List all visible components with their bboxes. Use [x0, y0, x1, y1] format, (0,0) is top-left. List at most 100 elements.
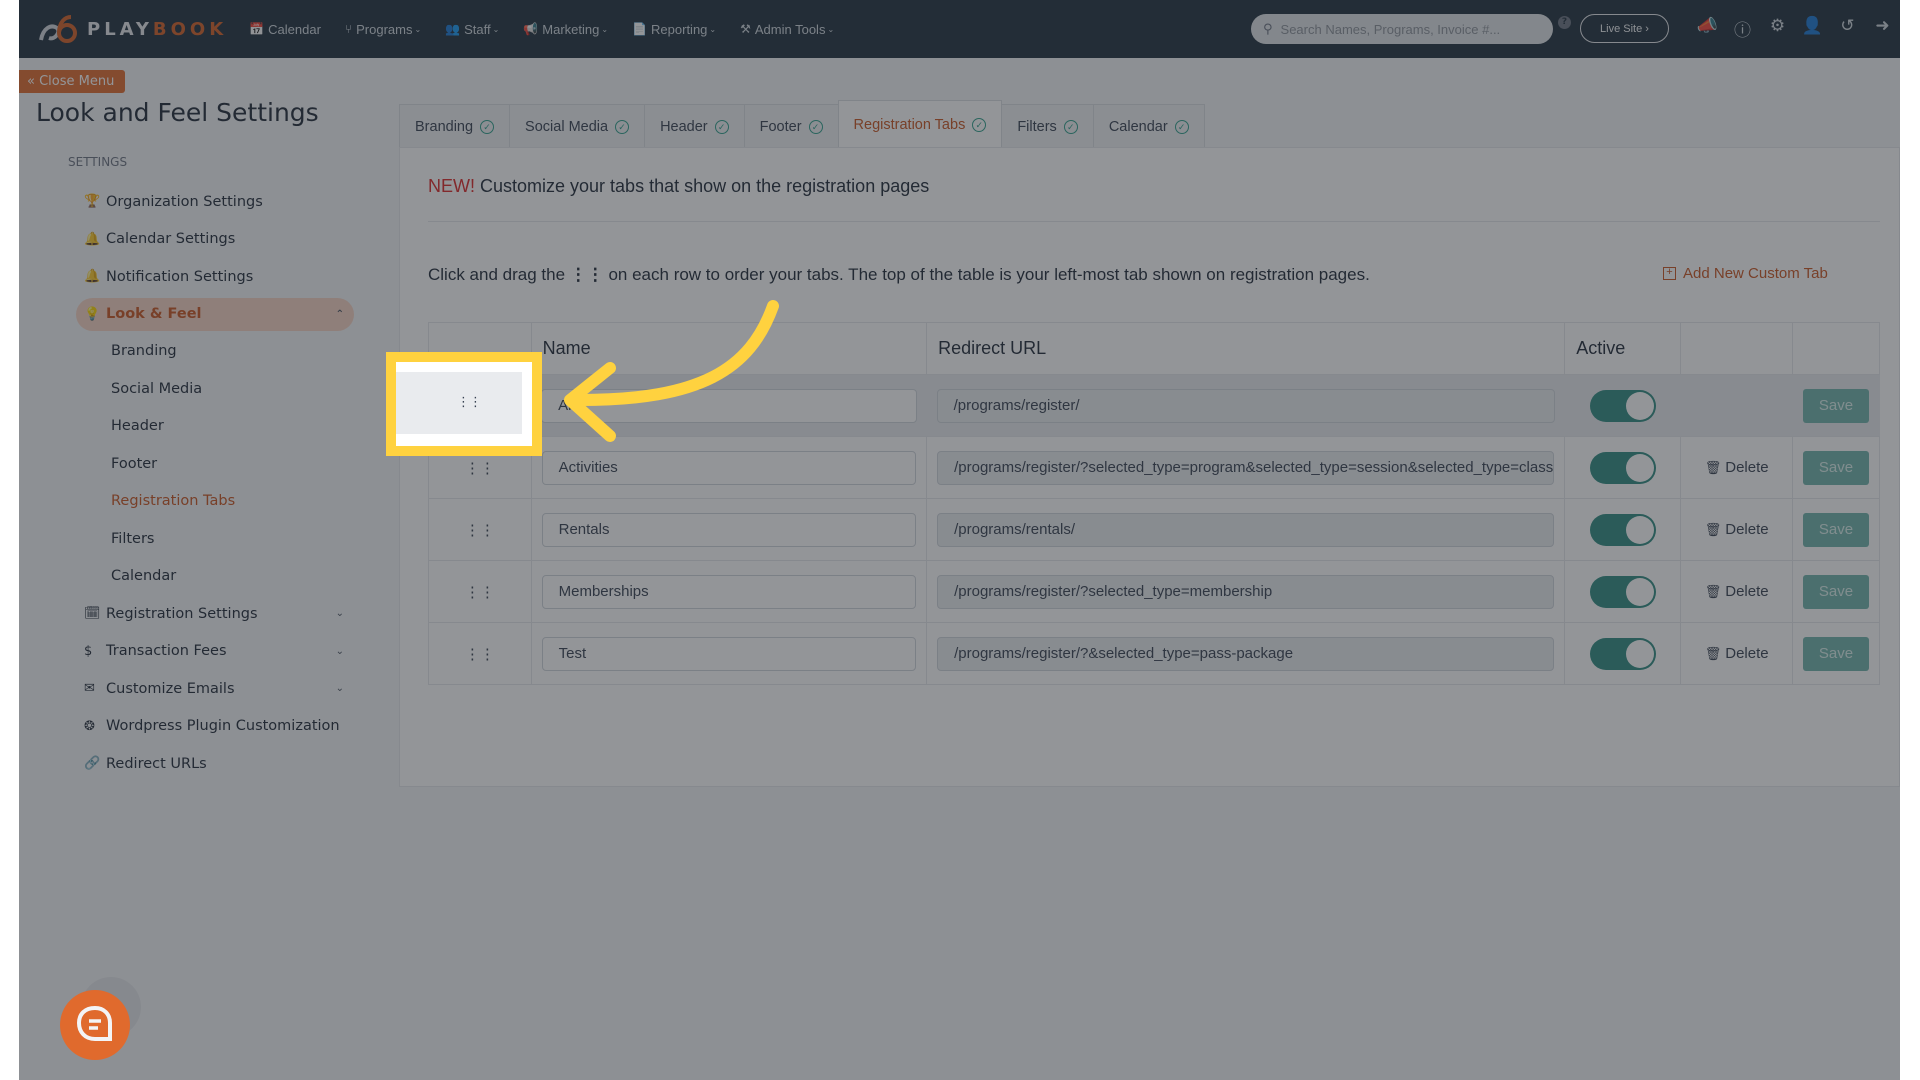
save-button[interactable]: Save	[1803, 512, 1869, 547]
sidebar-title: Look and Feel Settings	[36, 98, 319, 127]
save-button[interactable]: Save	[1803, 450, 1869, 485]
sidebar-item-look-feel[interactable]: 💡 Look & Feel ⌃	[76, 297, 354, 331]
sidebar-item-registration-tabs[interactable]: Registration Tabs	[76, 483, 354, 521]
live-site-button[interactable]: Live Site ›	[1580, 14, 1669, 43]
new-badge: NEW!	[428, 176, 475, 196]
save-cell: Save	[1792, 498, 1880, 561]
close-menu-button[interactable]: « Close Menu	[19, 70, 125, 93]
sidebar-item-label: Header	[111, 418, 164, 435]
sidebar-item-branding[interactable]: Branding	[76, 333, 354, 371]
check-circle-icon: ✓	[972, 118, 987, 132]
nav-item-staff[interactable]: 👥 Staff ⌄	[445, 22, 499, 37]
delete-cell: 🗑 Delete	[1680, 498, 1793, 561]
tab-social-media[interactable]: Social Media ✓	[509, 104, 646, 149]
chat-launcher-button[interactable]	[60, 990, 130, 1060]
redirect-url-input[interactable]: /programs/register/	[936, 388, 1555, 423]
chevron-down-icon: ⌄	[827, 24, 835, 34]
envelope-icon: ✉	[84, 681, 95, 697]
drag-cell: ⋮⋮	[428, 622, 532, 685]
tab-registration-tabs[interactable]: Registration Tabs ✓	[837, 100, 1003, 149]
nav-item-reporting[interactable]: 📄 Reporting ⌄	[632, 22, 716, 37]
active-toggle[interactable]	[1590, 575, 1657, 608]
search-help-icon[interactable]: ?	[1558, 16, 1571, 29]
sidebar-item-registration-settings[interactable]: 🗓 Registration Settings ⌄	[76, 595, 354, 633]
chevron-down-icon: ⌄	[335, 645, 344, 657]
drag-handle-icon[interactable]: ⋮⋮	[465, 584, 495, 601]
redirect-url-input[interactable]: /programs/register/?selected_type=member…	[937, 574, 1555, 609]
sidebar-item-social-media[interactable]: Social Media	[76, 370, 354, 408]
toggle-knob	[1626, 577, 1655, 606]
save-button[interactable]: Save	[1803, 636, 1869, 671]
sidebar-item-wordpress-plugin-customization[interactable]: ❂ Wordpress Plugin Customization	[76, 708, 354, 746]
add-new-custom-tab-button[interactable]: + Add New Custom Tab	[1663, 265, 1828, 282]
top-right-icons: 📣 ⓘ ⚙ 👤 ↺ ➜	[1690, 16, 1900, 41]
redirect-url-input[interactable]: /programs/rentals/	[937, 512, 1555, 547]
help-icon[interactable]: ⓘ	[1725, 16, 1760, 41]
active-toggle[interactable]	[1590, 513, 1657, 546]
chevron-down-icon: ⌄	[601, 24, 609, 34]
active-cell	[1564, 498, 1682, 561]
sidebar-item-label: Filters	[111, 530, 155, 547]
save-button[interactable]: Save	[1803, 388, 1869, 423]
sidebar-item-label: Organization Settings	[106, 193, 263, 210]
delete-cell: 🗑 Delete	[1680, 436, 1793, 499]
active-toggle[interactable]	[1589, 389, 1656, 422]
toggle-knob	[1626, 453, 1655, 482]
playbook-logo[interactable]: PLAYBOOK	[37, 0, 227, 58]
sidebar-item-header[interactable]: Header	[76, 408, 354, 446]
tab-footer[interactable]: Footer ✓	[743, 104, 839, 149]
global-search[interactable]: ⚲	[1251, 14, 1553, 44]
nav-item-calendar[interactable]: 📅 Calendar	[249, 22, 321, 37]
sidebar-item-redirect-urls[interactable]: 🔗 Redirect URLs	[76, 745, 354, 783]
nav-item-programs[interactable]: ⑂ Programs ⌄	[345, 22, 421, 37]
drag-handle-icon[interactable]: ⋮⋮	[465, 522, 495, 539]
calendar-alt-icon: 🗓	[84, 606, 101, 622]
tab-label: Header	[660, 119, 708, 135]
active-cell	[1564, 374, 1681, 437]
active-toggle[interactable]	[1590, 637, 1657, 670]
drag-handle-icon[interactable]: ⋮⋮	[465, 646, 495, 663]
delete-button[interactable]: 🗑 Delete	[1705, 583, 1769, 600]
delete-button[interactable]: 🗑 Delete	[1705, 459, 1769, 476]
add-user-icon[interactable]: 👤	[1795, 16, 1830, 41]
delete-label: Delete	[1725, 583, 1769, 601]
nav-item-admin-tools[interactable]: ⚒ Admin Tools ⌄	[740, 22, 834, 37]
delete-button[interactable]: 🗑 Delete	[1705, 521, 1769, 538]
top-navbar: PLAYBOOK 📅 Calendar ⑂ Programs ⌄ 👥 Staff ⌄ 📢 Mark…	[19, 0, 1900, 58]
sidebar-item-transaction-fees[interactable]: $ Transaction Fees ⌄	[76, 633, 354, 671]
lightbulb-icon: 💡	[84, 306, 101, 322]
save-button[interactable]: Save	[1803, 574, 1869, 609]
sidebar-item-notification-settings[interactable]: 🔔 Notification Settings	[76, 258, 354, 296]
announcement-icon[interactable]: 📣	[1690, 16, 1725, 41]
nav-item-marketing[interactable]: 📢 Marketing ⌄	[523, 22, 608, 37]
delete-label: Delete	[1725, 645, 1769, 663]
sidebar-item-calendar-settings[interactable]: 🔔 Calendar Settings	[76, 221, 354, 259]
gear-icon[interactable]: ⚙	[1760, 16, 1795, 41]
tab-calendar[interactable]: Calendar ✓	[1092, 104, 1205, 149]
tab-label: Registration Tabs	[853, 117, 966, 133]
tab-filters[interactable]: Filters ✓	[1001, 104, 1094, 149]
tab-name-input[interactable]: Memberships	[541, 574, 917, 609]
tab-header[interactable]: Header ✓	[644, 104, 745, 149]
tab-name-input[interactable]: Test	[541, 636, 917, 671]
sidebar-item-footer[interactable]: Footer	[76, 445, 354, 483]
sidebar-item-calendar[interactable]: Calendar	[76, 558, 354, 596]
sidebar-item-filters[interactable]: Filters	[76, 520, 354, 558]
trash-icon: 🗑	[1704, 583, 1722, 599]
logout-icon[interactable]: ➜	[1865, 16, 1900, 41]
active-toggle[interactable]	[1590, 451, 1657, 484]
url-cell: /programs/register/	[926, 374, 1565, 437]
column-header: Redirect URL	[926, 322, 1566, 375]
tab-branding[interactable]: Branding ✓	[399, 104, 511, 149]
sidebar-item-customize-emails[interactable]: ✉ Customize Emails ⌄	[76, 670, 354, 708]
drag-handle-icon[interactable]: ⋮⋮	[465, 460, 495, 477]
sidebar-item-organization-settings[interactable]: 🏆 Organization Settings	[76, 183, 354, 221]
delete-button[interactable]: 🗑 Delete	[1705, 645, 1769, 662]
history-icon[interactable]: ↺	[1830, 16, 1865, 41]
redirect-url-input[interactable]: /programs/register/?selected_type=progra…	[937, 450, 1555, 485]
redirect-url-input[interactable]: /programs/register/?&selected_type=pass-…	[937, 636, 1555, 671]
tab-name-input[interactable]: Rentals	[541, 512, 917, 547]
chevron-up-icon: ⌃	[335, 308, 344, 320]
search-input[interactable]	[1280, 21, 1531, 37]
megaphone-icon: 📢	[523, 22, 539, 36]
